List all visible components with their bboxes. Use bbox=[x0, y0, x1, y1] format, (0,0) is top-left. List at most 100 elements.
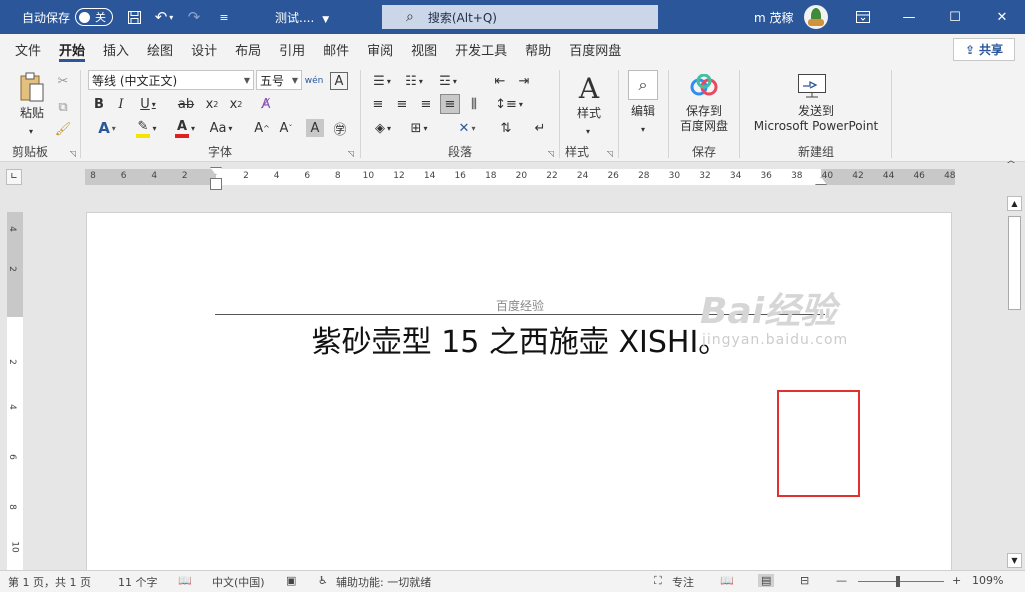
chevron-down-icon[interactable]: ▾ bbox=[636, 118, 650, 140]
web-layout-icon[interactable]: ⊟ bbox=[800, 574, 809, 587]
zoom-out-icon[interactable]: — bbox=[836, 574, 847, 587]
font-color-icon[interactable]: A ▾ bbox=[170, 117, 200, 139]
page-count[interactable]: 第 1 页，共 1 页 bbox=[8, 574, 91, 590]
horizontal-ruler[interactable]: 8 6 4 2 2 4 6 8 10 12 14 16 18 20 22 24 26 28 30 32 34 36 38 40… bbox=[85, 167, 956, 190]
vertical-ruler[interactable]: 4 2 2 4 6 8 10 bbox=[7, 212, 23, 570]
editing-label[interactable]: 编辑 bbox=[620, 104, 666, 119]
highlight-color-icon[interactable]: ✎ ▾ bbox=[130, 117, 162, 139]
bold-icon[interactable]: B bbox=[92, 93, 106, 115]
chevron-down-icon[interactable]: ▾ bbox=[581, 120, 595, 142]
scroll-down-icon[interactable]: ▼ bbox=[1007, 553, 1022, 568]
numbering-icon[interactable]: ☷ ▾ bbox=[400, 70, 428, 92]
dialog-launcher-icon[interactable]: ◹ bbox=[548, 149, 554, 158]
left-indent-marker[interactable] bbox=[210, 178, 222, 190]
tab-home[interactable]: 开始 bbox=[50, 34, 94, 64]
send-label-1[interactable]: 发送到 bbox=[741, 104, 891, 119]
find-icon[interactable]: ⌕ bbox=[628, 70, 658, 100]
zoom-level[interactable]: 109% bbox=[972, 574, 1003, 587]
share-button[interactable]: ⇪ 共享 bbox=[953, 38, 1015, 61]
tab-review[interactable]: 审阅 bbox=[358, 34, 402, 64]
tab-developer[interactable]: 开发工具 bbox=[446, 34, 516, 64]
character-border-icon[interactable]: A bbox=[330, 72, 348, 90]
save-label-1[interactable]: 保存到 bbox=[670, 104, 738, 119]
enclose-characters-icon[interactable]: ㊫ bbox=[330, 117, 350, 139]
bullets-icon[interactable]: ☰ ▾ bbox=[368, 70, 396, 92]
avatar[interactable] bbox=[803, 5, 828, 29]
grow-font-icon[interactable]: A ^ bbox=[252, 117, 272, 139]
tab-layout[interactable]: 布局 bbox=[226, 34, 270, 64]
dialog-launcher-icon[interactable]: ◹ bbox=[607, 149, 613, 158]
accessibility-icon[interactable]: ♿ bbox=[318, 574, 328, 587]
paste-dropdown-icon[interactable]: ▾ bbox=[24, 120, 38, 142]
document-title[interactable]: 测试.... ▼ bbox=[275, 9, 329, 26]
shrink-font-icon[interactable]: Aˇ bbox=[276, 117, 296, 139]
character-shading-icon[interactable]: A bbox=[306, 119, 324, 137]
read-mode-icon[interactable]: 📖 bbox=[720, 574, 734, 587]
macro-icon[interactable]: ▣ bbox=[286, 574, 296, 587]
tab-mailings[interactable]: 邮件 bbox=[314, 34, 358, 64]
tab-draw[interactable]: 绘图 bbox=[138, 34, 182, 64]
customize-qat-icon[interactable]: ≡ bbox=[209, 0, 239, 34]
clear-formatting-icon[interactable]: A̸ bbox=[256, 93, 276, 115]
tab-baidu-netdisk[interactable]: 百度网盘 bbox=[560, 34, 630, 64]
sort-icon[interactable]: ⇅ bbox=[496, 117, 516, 139]
proofing-icon[interactable]: 📖 bbox=[178, 574, 192, 587]
font-size-select[interactable]: 五号 ▼ bbox=[256, 70, 302, 90]
tab-insert[interactable]: 插入 bbox=[94, 34, 138, 64]
decrease-indent-icon[interactable]: ⇤ bbox=[490, 70, 510, 92]
language[interactable]: 中文(中国) bbox=[212, 574, 265, 590]
format-painter-icon[interactable]: 🖌 bbox=[54, 118, 72, 140]
styles-label[interactable]: 样式 bbox=[565, 106, 613, 121]
paste-label[interactable]: 粘贴 bbox=[12, 106, 52, 121]
send-label-2[interactable]: Microsoft PowerPoint bbox=[741, 119, 891, 134]
user-account[interactable]: m 茂稼 bbox=[754, 0, 828, 34]
phonetic-guide-icon[interactable]: wén bbox=[305, 70, 324, 92]
dialog-launcher-icon[interactable]: ◹ bbox=[70, 149, 76, 158]
save-label-2[interactable]: 百度网盘 bbox=[670, 119, 738, 134]
align-center-icon[interactable]: ≡ bbox=[392, 93, 412, 115]
dialog-launcher-icon[interactable]: ◹ bbox=[348, 149, 354, 158]
italic-icon[interactable]: I bbox=[114, 93, 128, 115]
copy-icon[interactable]: ⧉ bbox=[54, 96, 72, 118]
zoom-in-icon[interactable]: + bbox=[952, 574, 961, 587]
scroll-up-icon[interactable]: ▲ bbox=[1007, 196, 1022, 211]
superscript-icon[interactable]: x2 bbox=[228, 93, 244, 115]
borders-icon[interactable]: ⊞ ▾ bbox=[404, 117, 434, 139]
tab-selector[interactable]: ∟ bbox=[6, 169, 22, 185]
tab-view[interactable]: 视图 bbox=[402, 34, 446, 64]
tab-help[interactable]: 帮助 bbox=[516, 34, 560, 64]
scroll-thumb[interactable] bbox=[1008, 216, 1021, 310]
save-icon[interactable] bbox=[119, 0, 149, 34]
styles-icon[interactable]: A bbox=[569, 70, 609, 106]
minimize-button[interactable]: — bbox=[886, 0, 932, 34]
change-case-icon[interactable]: Aa ▾ bbox=[206, 117, 236, 139]
search-box[interactable]: ⌕ 搜索(Alt+Q) bbox=[382, 5, 658, 29]
close-button[interactable]: ✕ bbox=[979, 0, 1025, 34]
align-left-icon[interactable]: ≡ bbox=[368, 93, 388, 115]
shading-icon[interactable]: ◈ ▾ bbox=[368, 117, 398, 139]
font-name-select[interactable]: 等线 (中文正文) ▼ bbox=[88, 70, 254, 90]
tab-file[interactable]: 文件 bbox=[6, 34, 50, 64]
cut-icon[interactable]: ✂ bbox=[54, 70, 72, 92]
focus-mode[interactable]: 专注 bbox=[672, 574, 694, 590]
show-marks-icon[interactable]: ↵ bbox=[530, 117, 550, 139]
underline-icon[interactable]: U ▾ bbox=[136, 93, 160, 115]
multilevel-list-icon[interactable]: ☲ ▾ bbox=[434, 70, 462, 92]
zoom-slider-thumb[interactable] bbox=[896, 576, 900, 587]
justify-icon[interactable]: ≡ bbox=[440, 94, 460, 114]
distributed-icon[interactable]: ⫼ bbox=[464, 93, 484, 115]
word-count[interactable]: 11 个字 bbox=[118, 574, 158, 590]
redo-icon[interactable]: ↷ bbox=[179, 0, 209, 34]
baidu-netdisk-icon[interactable] bbox=[688, 70, 720, 102]
asian-layout-icon[interactable]: ✕ ▾ bbox=[452, 117, 482, 139]
increase-indent-icon[interactable]: ⇥ bbox=[514, 70, 534, 92]
document-page[interactable]: 百度经验 紫砂壶型 15 之西施壶 XISHI。 bbox=[86, 212, 952, 570]
vertical-scrollbar[interactable]: ▲ ▼ bbox=[1006, 194, 1023, 570]
send-to-powerpoint-icon[interactable] bbox=[796, 72, 828, 100]
undo-icon[interactable]: ↶ ▾ bbox=[149, 0, 179, 34]
text-effects-icon[interactable]: A ▾ bbox=[92, 117, 122, 139]
accessibility-status[interactable]: 辅助功能: 一切就绪 bbox=[336, 574, 431, 590]
focus-icon[interactable]: ⛶ bbox=[654, 574, 662, 588]
tab-design[interactable]: 设计 bbox=[182, 34, 226, 64]
subscript-icon[interactable]: x2 bbox=[204, 93, 220, 115]
